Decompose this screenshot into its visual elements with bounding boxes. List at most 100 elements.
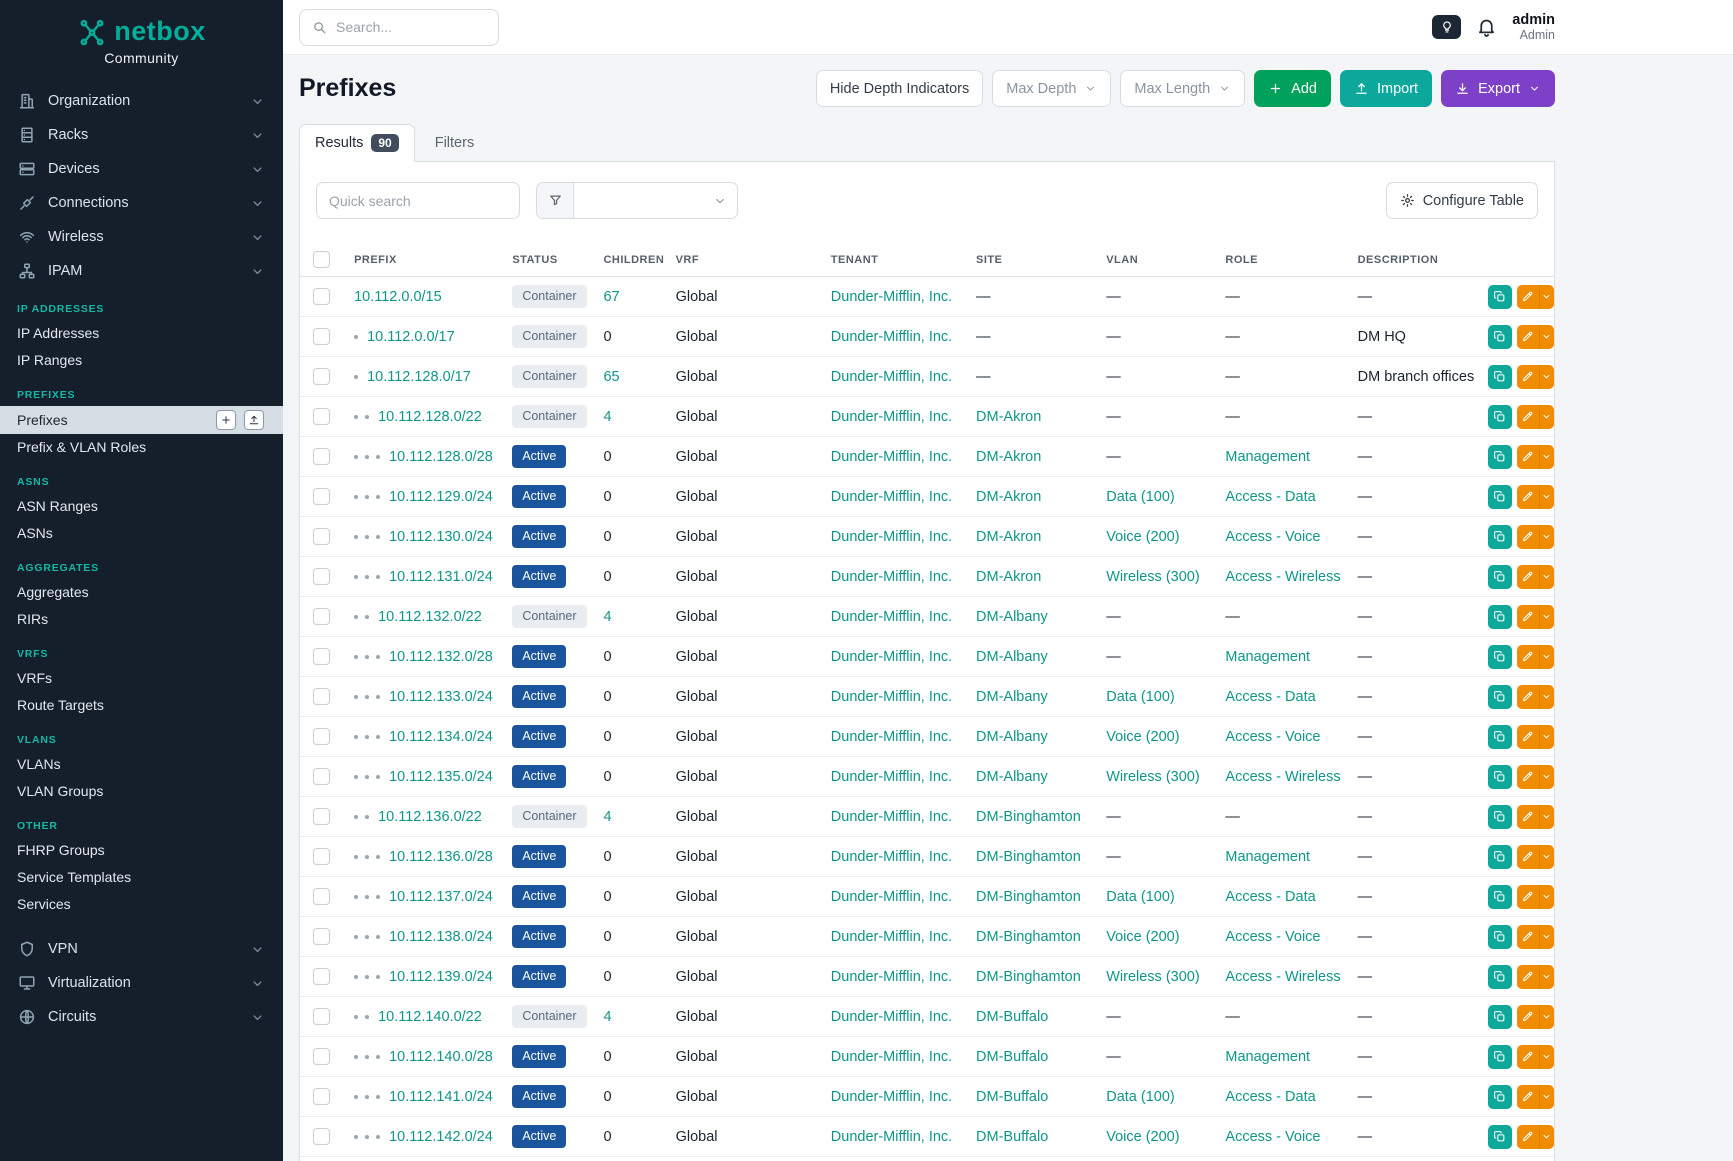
sidebar-item-prefixes[interactable]: Prefixes (0, 406, 283, 434)
prefix-link[interactable]: 10.112.136.0/28 (389, 849, 493, 865)
saved-filter-select[interactable] (574, 182, 738, 219)
prefix-link[interactable]: 10.112.129.0/24 (389, 489, 493, 505)
pencil-icon[interactable] (1517, 525, 1539, 549)
row-checkbox[interactable] (313, 368, 330, 385)
row-checkbox[interactable] (313, 688, 330, 705)
site-link[interactable]: DM-Akron (976, 489, 1041, 505)
edit-dropdown-chevron[interactable] (1539, 765, 1554, 789)
children-count-link[interactable]: 4 (603, 409, 611, 425)
row-checkbox[interactable] (313, 448, 330, 465)
sidebar-item-route-targets[interactable]: Route Targets (0, 692, 283, 719)
copy-button[interactable] (1488, 525, 1512, 549)
vlan-link[interactable]: Wireless (300) (1106, 769, 1199, 785)
pencil-icon[interactable] (1517, 325, 1539, 349)
edit-dropdown-chevron[interactable] (1539, 605, 1554, 629)
edit-dropdown-chevron[interactable] (1539, 1005, 1554, 1029)
role-link[interactable]: Management (1225, 849, 1310, 865)
import-button[interactable]: Import (1340, 70, 1432, 107)
tenant-link[interactable]: Dunder-Mifflin, Inc. (831, 1009, 952, 1025)
tenant-link[interactable]: Dunder-Mifflin, Inc. (831, 369, 952, 385)
copy-button[interactable] (1488, 1045, 1512, 1069)
site-link[interactable]: DM-Buffalo (976, 1049, 1048, 1065)
tab-results[interactable]: Results 90 (299, 124, 415, 162)
pencil-icon[interactable] (1517, 485, 1539, 509)
role-link[interactable]: Access - Data (1225, 689, 1315, 705)
column-header-prefix[interactable]: PREFIX (344, 243, 502, 277)
row-checkbox[interactable] (313, 528, 330, 545)
children-count-link[interactable]: 4 (603, 1009, 611, 1025)
vlan-link[interactable]: Data (100) (1106, 889, 1175, 905)
row-checkbox[interactable] (313, 968, 330, 985)
upload-quick-button[interactable] (244, 410, 264, 430)
prefix-link[interactable]: 10.112.138.0/24 (389, 929, 493, 945)
tenant-link[interactable]: Dunder-Mifflin, Inc. (831, 689, 952, 705)
tenant-link[interactable]: Dunder-Mifflin, Inc. (831, 769, 952, 785)
tenant-link[interactable]: Dunder-Mifflin, Inc. (831, 569, 952, 585)
sidebar-item-ip-ranges[interactable]: IP Ranges (0, 347, 283, 374)
site-link[interactable]: DM-Buffalo (976, 1089, 1048, 1105)
edit-button[interactable] (1517, 645, 1554, 669)
sidebar-item-prefix-vlan-roles[interactable]: Prefix & VLAN Roles (0, 434, 283, 461)
row-checkbox[interactable] (313, 848, 330, 865)
row-checkbox[interactable] (313, 648, 330, 665)
theme-toggle-button[interactable] (1432, 15, 1461, 39)
sidebar-menu-organization[interactable]: Organization (0, 84, 283, 118)
role-link[interactable]: Management (1225, 449, 1310, 465)
children-count-link[interactable]: 65 (603, 369, 619, 385)
edit-dropdown-chevron[interactable] (1539, 1125, 1554, 1149)
pencil-icon[interactable] (1517, 285, 1539, 309)
sidebar-item-vlan-groups[interactable]: VLAN Groups (0, 778, 283, 805)
edit-dropdown-chevron[interactable] (1539, 285, 1554, 309)
prefix-link[interactable]: 10.112.128.0/28 (389, 449, 493, 465)
tenant-link[interactable]: Dunder-Mifflin, Inc. (831, 849, 952, 865)
edit-button[interactable] (1517, 845, 1554, 869)
site-link[interactable]: DM-Akron (976, 409, 1041, 425)
copy-button[interactable] (1488, 405, 1512, 429)
filter-button[interactable] (536, 182, 574, 219)
row-checkbox[interactable] (313, 1008, 330, 1025)
tenant-link[interactable]: Dunder-Mifflin, Inc. (831, 969, 952, 985)
edit-dropdown-chevron[interactable] (1539, 525, 1554, 549)
copy-button[interactable] (1488, 605, 1512, 629)
edit-dropdown-chevron[interactable] (1539, 885, 1554, 909)
tenant-link[interactable]: Dunder-Mifflin, Inc. (831, 409, 952, 425)
role-link[interactable]: Access - Voice (1225, 529, 1320, 545)
row-checkbox[interactable] (313, 568, 330, 585)
vlan-link[interactable]: Data (100) (1106, 1089, 1175, 1105)
edit-button[interactable] (1517, 1045, 1554, 1069)
sidebar-item-asn-ranges[interactable]: ASN Ranges (0, 493, 283, 520)
prefix-link[interactable]: 10.112.142.0/24 (389, 1129, 493, 1145)
tenant-link[interactable]: Dunder-Mifflin, Inc. (831, 289, 952, 305)
edit-dropdown-chevron[interactable] (1539, 325, 1554, 349)
edit-button[interactable] (1517, 1085, 1554, 1109)
copy-button[interactable] (1488, 1125, 1512, 1149)
copy-button[interactable] (1488, 765, 1512, 789)
column-header-description[interactable]: DESCRIPTION (1348, 243, 1478, 277)
copy-button[interactable] (1488, 885, 1512, 909)
site-link[interactable]: DM-Binghamton (976, 889, 1081, 905)
tenant-link[interactable]: Dunder-Mifflin, Inc. (831, 929, 952, 945)
pencil-icon[interactable] (1517, 1005, 1539, 1029)
copy-button[interactable] (1488, 845, 1512, 869)
prefix-link[interactable]: 10.112.132.0/28 (389, 649, 493, 665)
sidebar-item-ip-addresses[interactable]: IP Addresses (0, 320, 283, 347)
edit-button[interactable] (1517, 565, 1554, 589)
sidebar-menu-ipam[interactable]: IPAM (0, 254, 283, 288)
pencil-icon[interactable] (1517, 685, 1539, 709)
prefix-link[interactable]: 10.112.135.0/24 (389, 769, 493, 785)
sidebar-menu-wireless[interactable]: Wireless (0, 220, 283, 254)
edit-button[interactable] (1517, 485, 1554, 509)
prefix-link[interactable]: 10.112.0.0/17 (367, 329, 455, 345)
prefix-link[interactable]: 10.112.140.0/28 (389, 1049, 493, 1065)
tenant-link[interactable]: Dunder-Mifflin, Inc. (831, 1049, 952, 1065)
prefix-link[interactable]: 10.112.134.0/24 (389, 729, 493, 745)
tenant-link[interactable]: Dunder-Mifflin, Inc. (831, 1089, 952, 1105)
edit-dropdown-chevron[interactable] (1539, 1085, 1554, 1109)
edit-button[interactable] (1517, 445, 1554, 469)
row-checkbox[interactable] (313, 608, 330, 625)
site-link[interactable]: DM-Binghamton (976, 849, 1081, 865)
copy-button[interactable] (1488, 325, 1512, 349)
pencil-icon[interactable] (1517, 445, 1539, 469)
row-checkbox[interactable] (313, 1088, 330, 1105)
role-link[interactable]: Access - Voice (1225, 729, 1320, 745)
